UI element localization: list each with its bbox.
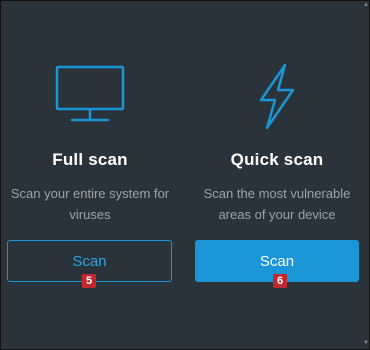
quick-scan-button-label: Scan — [259, 252, 295, 270]
quick-scan-description-line2: areas of your device — [218, 207, 336, 222]
quick-scan-badge: 6 — [273, 274, 287, 288]
monitor-icon — [55, 65, 125, 122]
quick-scan-description-line1: Scan the most vulnerable — [203, 186, 351, 201]
full-scan-description-line2: viruses — [69, 207, 111, 222]
full-scan-button-label: Scan — [72, 252, 107, 270]
quick-scan-description: Scan the most vulnerable areas of your d… — [187, 183, 367, 225]
full-scan-badge: 5 — [82, 274, 96, 288]
full-scan-description: Scan your entire system for viruses — [0, 183, 180, 225]
full-scan-description-line1: Scan your entire system for — [10, 186, 170, 201]
full-scan-title: Full scan — [52, 150, 128, 169]
quick-scan-title: Quick scan — [230, 150, 324, 169]
lightning-bolt-icon — [259, 63, 295, 130]
quick-scan-card: Quick scan Scan the most vulnerable area… — [187, 0, 367, 350]
full-scan-card: Full scan Scan your entire system for vi… — [0, 0, 180, 350]
